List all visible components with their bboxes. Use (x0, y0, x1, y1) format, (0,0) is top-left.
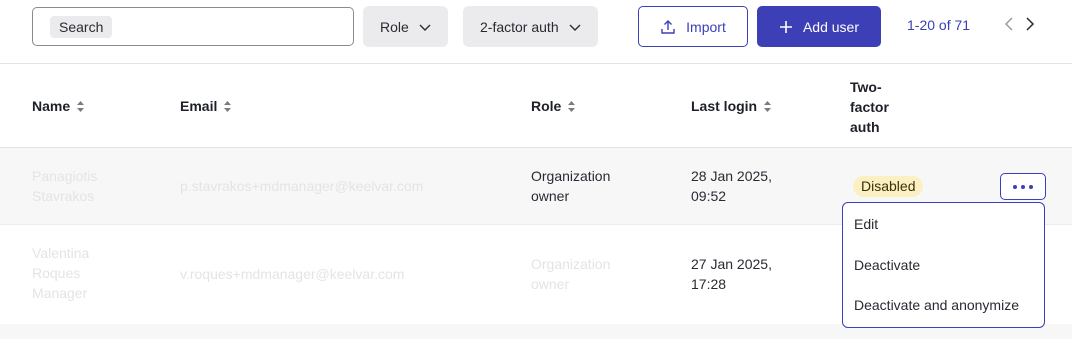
two-factor-header-line: Two- (850, 79, 882, 95)
sort-icon (224, 100, 232, 112)
user-name-line: Manager (32, 285, 88, 301)
role-filter-dropdown[interactable]: Role (363, 6, 448, 47)
twofa-filter-dropdown[interactable]: 2-factor auth (463, 6, 598, 47)
twofa-filter-label: 2-factor auth (480, 18, 559, 35)
user-name-line: Valentina (32, 245, 90, 261)
column-header-role-label: Role (531, 98, 562, 114)
column-header-name-label: Name (32, 98, 71, 114)
last-login-line: 28 Jan 2025, (691, 168, 772, 184)
upload-icon (661, 19, 675, 34)
row-actions-menu: Edit Deactivate Deactivate and anonymize (842, 202, 1045, 328)
user-role-line: Organization (531, 256, 611, 272)
user-name-line: Stavrakos (32, 188, 95, 204)
user-role: Organization owner (531, 254, 610, 294)
chevron-left-icon[interactable] (1001, 14, 1017, 34)
user-last-login: 27 Jan 2025, 17:28 (691, 254, 772, 294)
chevron-right-icon[interactable] (1022, 14, 1038, 34)
sort-icon (77, 100, 85, 112)
two-factor-header-line: factor (850, 99, 889, 115)
column-header-name[interactable]: Name (32, 98, 85, 114)
user-name: Panagiotis Stavrakos (32, 166, 97, 206)
column-header-email-label: Email (180, 98, 218, 114)
search-input[interactable]: Search (32, 7, 354, 46)
user-name: Valentina Roques Manager (32, 243, 89, 303)
more-dot (1013, 184, 1017, 189)
menu-item-deactivate[interactable]: Deactivate (854, 257, 920, 273)
column-header-email[interactable]: Email (180, 98, 232, 114)
more-dot (1029, 184, 1033, 189)
last-login-line: 09:52 (691, 188, 727, 204)
plus-icon (779, 20, 792, 33)
import-button[interactable]: Import (638, 6, 748, 47)
pagination-count: 1-20 of 71 (907, 17, 971, 33)
user-name-line: Panagiotis (32, 168, 98, 184)
column-header-last-login-label: Last login (691, 98, 758, 114)
sort-icon (568, 100, 576, 112)
search-placeholder: Search (50, 16, 113, 38)
chevron-down-icon (419, 24, 431, 31)
user-role-line: owner (531, 188, 570, 204)
add-user-button[interactable]: Add user (757, 6, 881, 47)
table-header: Name Email Role Last login Two- factor a… (0, 65, 1072, 148)
user-name-line: Roques (32, 265, 81, 281)
more-dot (1021, 184, 1025, 189)
column-header-last-login[interactable]: Last login (691, 98, 772, 114)
user-email: p.stavrakos+mdmanager@keelvar.com (180, 178, 424, 194)
chevron-down-icon (569, 24, 581, 31)
column-header-role[interactable]: Role (531, 98, 576, 114)
add-user-label: Add user (802, 18, 860, 35)
two-factor-header-line: auth (850, 119, 880, 135)
import-label: Import (686, 18, 726, 35)
last-login-line: 27 Jan 2025, (691, 256, 772, 272)
column-header-two-factor: Two- factor auth (850, 77, 889, 137)
user-email: v.roques+mdmanager@keelvar.com (180, 266, 405, 282)
last-login-line: 17:28 (691, 276, 727, 292)
two-factor-status-badge: Disabled (853, 176, 924, 197)
user-role-line: owner (531, 276, 570, 292)
menu-item-deactivate-anonymize[interactable]: Deactivate and anonymize (854, 297, 1019, 313)
user-role-line: Organization (531, 168, 611, 184)
sort-icon (764, 100, 772, 112)
role-filter-label: Role (380, 18, 409, 35)
row-actions-button[interactable] (1000, 173, 1046, 200)
user-role: Organization owner (531, 166, 610, 206)
user-last-login: 28 Jan 2025, 09:52 (691, 166, 772, 206)
toolbar: Search Role 2-factor auth Import Add use… (0, 0, 1072, 64)
menu-item-edit[interactable]: Edit (854, 216, 878, 232)
